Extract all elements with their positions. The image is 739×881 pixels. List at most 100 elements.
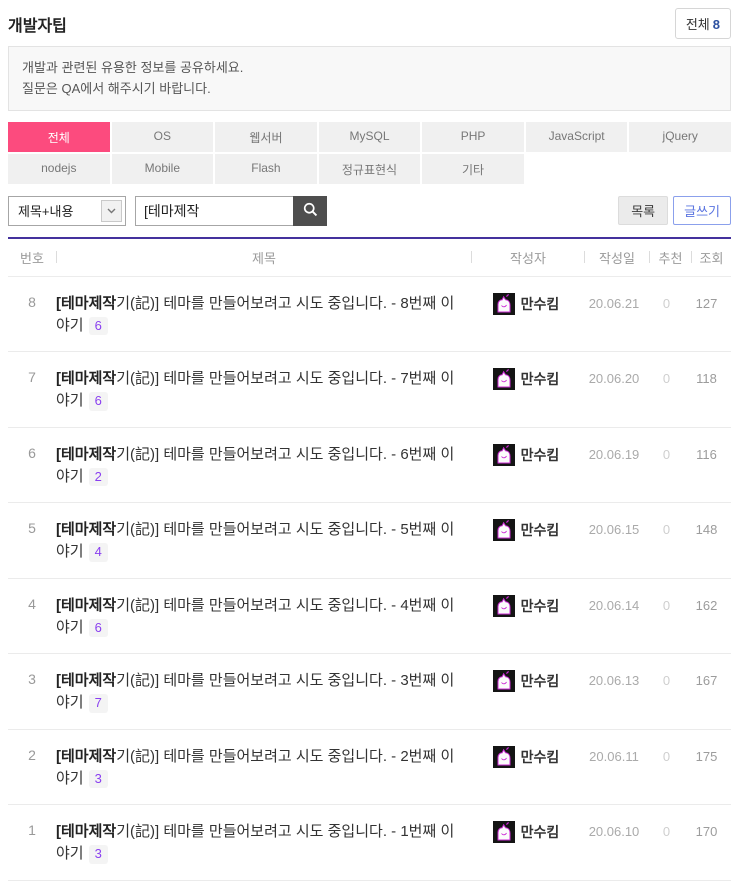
page-title: 개발자팁 (8, 12, 67, 36)
tab-nodejs[interactable]: nodejs (8, 154, 110, 184)
post-title-link[interactable]: [테마제작기(記)] 테마를 만들어보려고 시도 중입니다. - 6번째 이야기… (56, 444, 470, 488)
header-likes: 추천 (650, 248, 691, 267)
comment-count-badge: 6 (89, 392, 108, 411)
tab-기타[interactable]: 기타 (422, 154, 524, 184)
post-title-rest: 기(記)] 테마를 만들어보려고 시도 중입니다. - 7번째 이야기 (56, 370, 454, 409)
post-author[interactable]: 만수킴 (521, 596, 560, 616)
tab-웹서버[interactable]: 웹서버 (215, 122, 317, 152)
comment-count-badge: 3 (89, 770, 108, 789)
post-title-link[interactable]: [테마제작기(記)] 테마를 만들어보려고 시도 중입니다. - 4번째 이야기… (56, 595, 470, 639)
post-views: 116 (687, 444, 726, 462)
post-likes: 0 (646, 670, 687, 688)
post-title-rest: 기(記)] 테마를 만들어보려고 시도 중입니다. - 4번째 이야기 (56, 597, 454, 636)
post-author-cell: 만수킴 (470, 821, 582, 843)
table-row: 6 [테마제작기(記)] 테마를 만들어보려고 시도 중입니다. - 6번째 이… (8, 428, 731, 504)
post-author[interactable]: 만수킴 (521, 822, 560, 842)
post-date: 20.06.21 (582, 293, 646, 311)
table-row: 4 [테마제작기(記)] 테마를 만들어보려고 시도 중입니다. - 4번째 이… (8, 579, 731, 655)
comment-count-badge: 6 (89, 317, 108, 336)
search-input[interactable] (135, 196, 293, 226)
post-author[interactable]: 만수킴 (521, 369, 560, 389)
board-page: 개발자팁 전체8 개발과 관련된 유용한 정보를 공유하세요. 질문은 QA에서… (0, 0, 739, 881)
post-date: 20.06.19 (582, 444, 646, 462)
post-title-link[interactable]: [테마제작기(記)] 테마를 만들어보려고 시도 중입니다. - 8번째 이야기… (56, 293, 470, 337)
post-title-link[interactable]: [테마제작기(記)] 테마를 만들어보려고 시도 중입니다. - 3번째 이야기… (56, 670, 470, 714)
post-table: 번호 제목 작성자 작성일 추천 조회 8 [테마제작기(記)] 테마를 만들어… (8, 237, 731, 881)
tab-mysql[interactable]: MySQL (319, 122, 421, 152)
avatar (493, 821, 515, 843)
post-likes: 0 (646, 519, 687, 537)
header-number: 번호 (8, 248, 56, 267)
tab-flash[interactable]: Flash (215, 154, 317, 184)
search-field-select[interactable]: 제목+내용 (8, 196, 126, 226)
table-row: 2 [테마제작기(記)] 테마를 만들어보려고 시도 중입니다. - 2번째 이… (8, 730, 731, 806)
comment-count-badge: 2 (89, 468, 108, 487)
post-title-highlight: [테마제작 (56, 521, 116, 538)
post-author-cell: 만수킴 (470, 293, 582, 315)
chevron-down-icon (101, 200, 122, 222)
tab-javascript[interactable]: JavaScript (526, 122, 628, 152)
post-date: 20.06.10 (582, 821, 646, 839)
post-author[interactable]: 만수킴 (521, 520, 560, 540)
post-views: 118 (687, 368, 726, 386)
post-views: 175 (687, 746, 726, 764)
post-title-highlight: [테마제작 (56, 370, 116, 387)
post-likes: 0 (646, 595, 687, 613)
post-title-rest: 기(記)] 테마를 만들어보려고 시도 중입니다. - 1번째 이야기 (56, 823, 454, 862)
post-number: 7 (8, 368, 56, 385)
post-title-highlight: [테마제작 (56, 597, 116, 614)
post-likes: 0 (646, 821, 687, 839)
tab-php[interactable]: PHP (422, 122, 524, 152)
post-likes: 0 (646, 368, 687, 386)
post-title-rest: 기(記)] 테마를 만들어보려고 시도 중입니다. - 6번째 이야기 (56, 446, 454, 485)
header-author: 작성자 (472, 248, 584, 267)
post-number: 4 (8, 595, 56, 612)
table-row: 3 [테마제작기(記)] 테마를 만들어보려고 시도 중입니다. - 3번째 이… (8, 654, 731, 730)
post-date: 20.06.11 (582, 746, 646, 764)
post-title-highlight: [테마제작 (56, 823, 116, 840)
list-button[interactable]: 목록 (618, 196, 668, 225)
post-title-link[interactable]: [테마제작기(記)] 테마를 만들어보려고 시도 중입니다. - 2번째 이야기… (56, 746, 470, 790)
header-date: 작성일 (585, 248, 649, 267)
post-views: 148 (687, 519, 726, 537)
post-date: 20.06.15 (582, 519, 646, 537)
post-views: 170 (687, 821, 726, 839)
comment-count-badge: 7 (89, 694, 108, 713)
post-author[interactable]: 만수킴 (521, 294, 560, 314)
header-views: 조회 (692, 248, 731, 267)
post-author[interactable]: 만수킴 (521, 747, 560, 767)
comment-count-badge: 6 (89, 619, 108, 638)
board-header: 개발자팁 전체8 (8, 0, 731, 46)
table-body: 8 [테마제작기(記)] 테마를 만들어보려고 시도 중입니다. - 8번째 이… (8, 277, 731, 881)
post-title-highlight: [테마제작 (56, 446, 116, 463)
post-views: 167 (687, 670, 726, 688)
avatar (493, 293, 515, 315)
avatar (493, 670, 515, 692)
write-button[interactable]: 글쓰기 (673, 196, 731, 225)
tab-jquery[interactable]: jQuery (629, 122, 731, 152)
total-count: 8 (713, 17, 720, 32)
search-button[interactable] (293, 196, 327, 226)
notice-line-2: 질문은 QA에서 해주시기 바랍니다. (22, 78, 717, 99)
board-notice: 개발과 관련된 유용한 정보를 공유하세요. 질문은 QA에서 해주시기 바랍니… (8, 46, 731, 111)
post-title-rest: 기(記)] 테마를 만들어보려고 시도 중입니다. - 2번째 이야기 (56, 748, 454, 787)
table-header: 번호 제목 작성자 작성일 추천 조회 (8, 239, 731, 277)
post-title-link[interactable]: [테마제작기(記)] 테마를 만들어보려고 시도 중입니다. - 7번째 이야기… (56, 368, 470, 412)
post-title-link[interactable]: [테마제작기(記)] 테마를 만들어보려고 시도 중입니다. - 5번째 이야기… (56, 519, 470, 563)
total-count-button[interactable]: 전체8 (675, 8, 731, 39)
post-date: 20.06.13 (582, 670, 646, 688)
post-author[interactable]: 만수킴 (521, 445, 560, 465)
tab-mobile[interactable]: Mobile (112, 154, 214, 184)
post-title-rest: 기(記)] 테마를 만들어보려고 시도 중입니다. - 5번째 이야기 (56, 521, 454, 560)
post-number: 2 (8, 746, 56, 763)
post-title-rest: 기(記)] 테마를 만들어보려고 시도 중입니다. - 8번째 이야기 (56, 295, 454, 334)
avatar (493, 368, 515, 390)
post-author-cell: 만수킴 (470, 444, 582, 466)
tab-정규표현식[interactable]: 정규표현식 (319, 154, 421, 184)
tab-all[interactable]: 전체 (8, 122, 110, 152)
post-author[interactable]: 만수킴 (521, 671, 560, 691)
post-title-highlight: [테마제작 (56, 748, 116, 765)
table-row: 7 [테마제작기(記)] 테마를 만들어보려고 시도 중입니다. - 7번째 이… (8, 352, 731, 428)
tab-os[interactable]: OS (112, 122, 214, 152)
post-title-link[interactable]: [테마제작기(記)] 테마를 만들어보려고 시도 중입니다. - 1번째 이야기… (56, 821, 470, 865)
